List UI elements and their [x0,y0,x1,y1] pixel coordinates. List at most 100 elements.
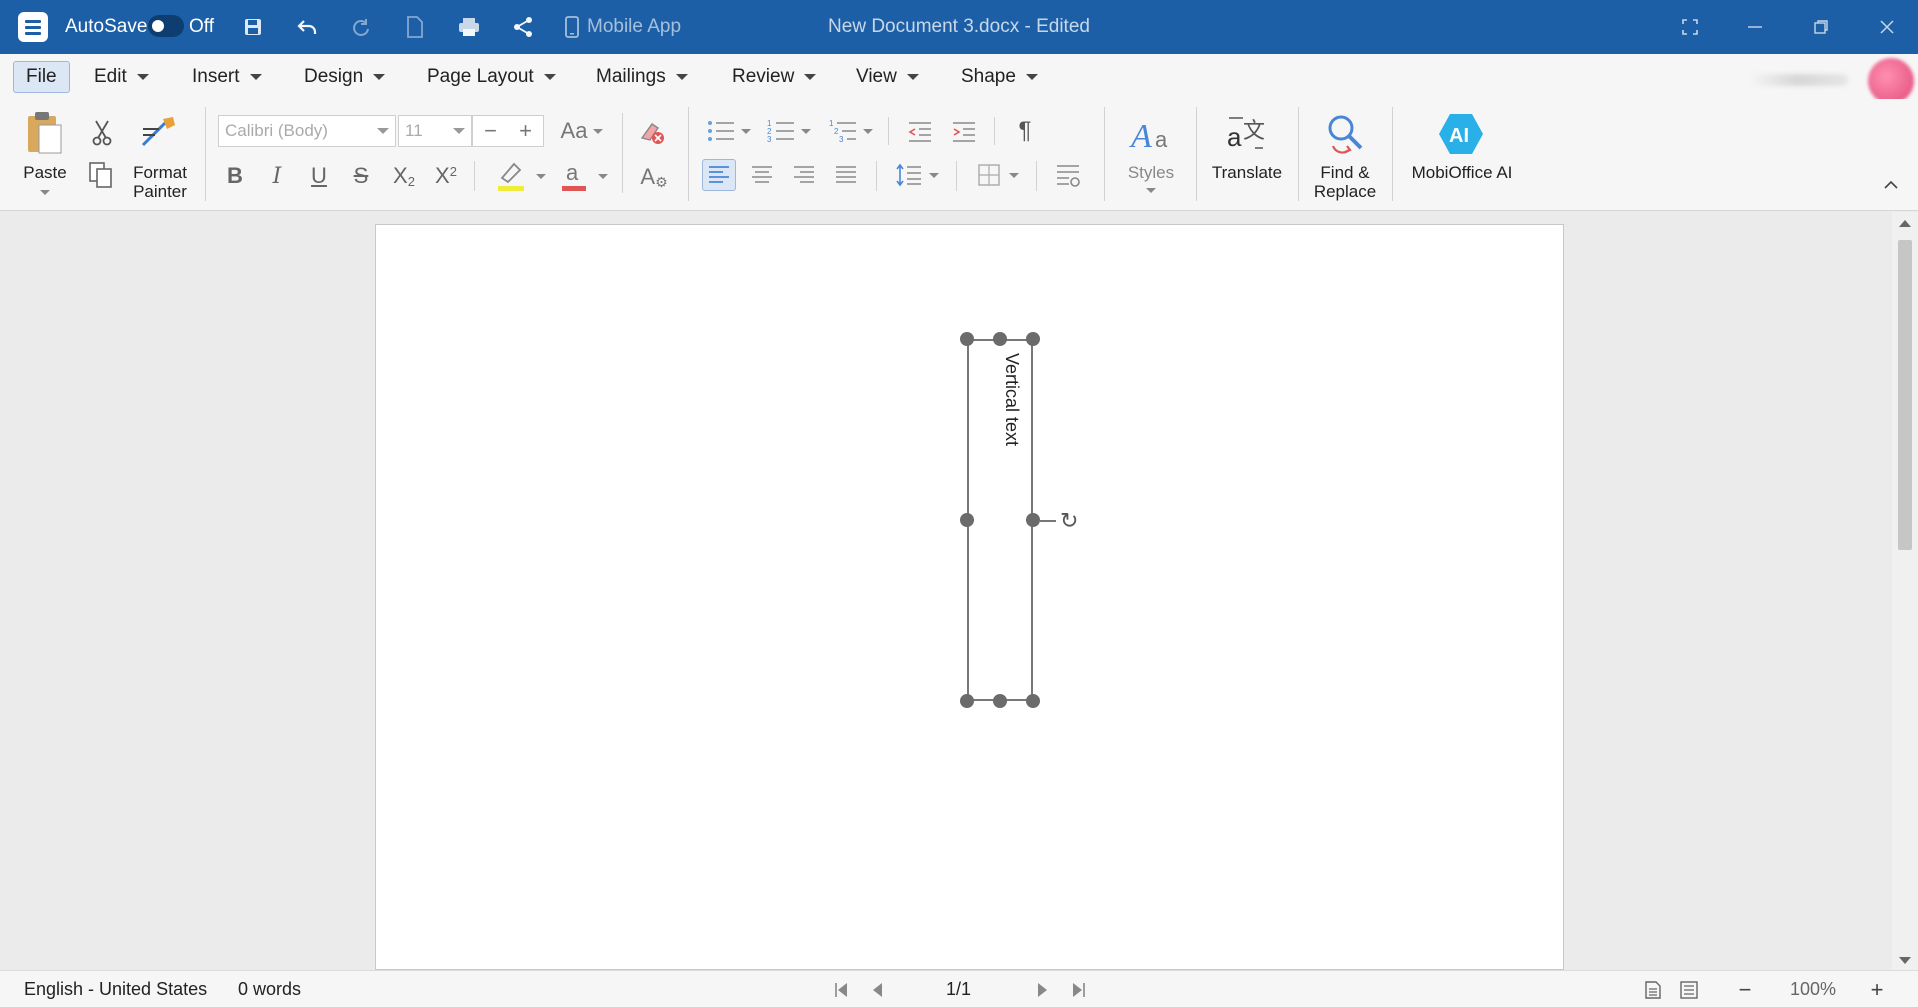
next-page-icon[interactable] [1032,971,1054,1007]
last-page-icon[interactable] [1068,971,1090,1007]
clear-formatting-icon[interactable] [636,117,668,147]
menu-file-label: File [26,66,57,87]
svg-text:a: a [566,160,579,185]
borders-button[interactable] [972,159,1024,191]
strikethrough-icon[interactable]: S [348,161,374,191]
resize-handle-left[interactable] [960,513,974,527]
font-name-value: Calibri (Body) [225,121,328,140]
account-name[interactable] [1748,74,1848,86]
zoom-in-icon[interactable]: + [1866,971,1888,1007]
italic-icon[interactable]: I [264,161,290,191]
restore-icon[interactable] [1808,0,1834,54]
avatar[interactable] [1868,58,1914,104]
numbering-button[interactable]: 123 [764,115,814,147]
app-menu-icon[interactable] [18,12,48,42]
font-size-select[interactable]: 11 [398,115,472,147]
subscript-icon[interactable]: X2 [388,161,420,191]
zoom-level[interactable]: 100% [1790,971,1836,1007]
multilevel-list-button[interactable]: 123 [826,115,876,147]
resize-handle-bottom[interactable] [993,694,1007,708]
decrease-font-icon[interactable]: − [484,118,497,144]
resize-handle-top-right[interactable] [1026,332,1040,346]
web-layout-icon[interactable] [1678,971,1700,1007]
align-right-icon[interactable] [787,159,821,191]
save-icon[interactable] [240,0,266,54]
decrease-indent-icon[interactable] [904,117,936,147]
paste-icon[interactable] [22,109,66,155]
ribbon-divider [474,161,475,191]
font-color-button[interactable]: a [558,159,610,193]
styles-dropdown[interactable] [1144,185,1158,195]
menu-design[interactable]: Design [294,61,395,93]
resize-handle-bottom-left[interactable] [960,694,974,708]
superscript-icon[interactable]: X2 [430,161,462,191]
text-effects-icon[interactable]: A ⚙ [638,161,670,193]
ribbon-divider [876,161,877,191]
align-left-icon[interactable] [702,159,736,191]
fullscreen-icon[interactable] [1677,0,1703,54]
mobile-app-button[interactable]: Mobile App [565,0,681,54]
find-replace-icon[interactable] [1322,111,1368,157]
mobioffice-ai-icon[interactable]: AI [1438,111,1484,157]
menu-mailings[interactable]: Mailings [586,61,698,93]
vertical-text[interactable]: Vertical text [1001,353,1022,446]
menu-insert[interactable]: Insert [182,61,272,93]
bullets-button[interactable] [704,115,754,147]
menu-bar: File Edit Insert Design Page Layout Mail… [0,54,1918,99]
resize-handle-top-left[interactable] [960,332,974,346]
vertical-scrollbar[interactable] [1892,212,1918,970]
print-layout-icon[interactable] [1642,971,1664,1007]
styles-icon[interactable]: Aa [1126,111,1176,155]
find-replace-label: Find & Replace [1308,163,1382,201]
svg-text:文: 文 [1243,119,1265,144]
menu-shape[interactable]: Shape [951,61,1048,93]
language-status[interactable]: English - United States [24,971,207,1007]
scrollbar-thumb[interactable] [1898,240,1912,550]
change-case-button[interactable]: Aa [556,115,608,147]
change-case-label: Aa [560,118,588,143]
justify-icon[interactable] [829,159,863,191]
title-bar: AutoSave Off Mobile App New Document 3.d… [0,0,1918,54]
first-page-icon[interactable] [830,971,852,1007]
mobioffice-ai-label: MobiOffice AI [1411,163,1513,182]
font-size-stepper[interactable]: − + [472,115,544,147]
paragraph-settings-icon[interactable] [1052,159,1084,191]
menu-page-layout[interactable]: Page Layout [417,61,566,93]
autosave-toggle[interactable] [148,15,184,37]
redo-icon[interactable] [348,0,374,54]
increase-indent-icon[interactable] [948,117,980,147]
scroll-down-icon[interactable] [1899,957,1911,964]
cut-icon[interactable] [88,119,116,147]
paste-dropdown[interactable] [38,187,52,197]
resize-handle-bottom-right[interactable] [1026,694,1040,708]
zoom-out-icon[interactable]: − [1734,971,1756,1007]
underline-icon[interactable]: U [306,161,332,191]
vertical-text-box[interactable] [967,339,1033,701]
font-name-select[interactable]: Calibri (Body) [218,115,396,147]
highlight-color-button[interactable] [492,159,550,193]
scroll-up-icon[interactable] [1899,220,1911,227]
menu-view[interactable]: View [846,61,929,93]
line-spacing-button[interactable] [892,159,942,191]
menu-file[interactable]: File [13,61,70,93]
resize-handle-top[interactable] [993,332,1007,346]
minimize-icon[interactable] [1742,0,1768,54]
format-painter-icon[interactable] [138,113,180,153]
previous-page-icon[interactable] [866,971,888,1007]
bold-icon[interactable]: B [222,161,248,191]
undo-icon[interactable] [294,0,320,54]
show-formatting-marks-icon[interactable]: ¶ [1010,115,1040,147]
align-center-icon[interactable] [745,159,779,191]
increase-font-icon[interactable]: + [519,118,532,144]
copy-icon[interactable] [86,159,116,191]
translate-icon[interactable]: a文 [1224,111,1270,157]
rotate-handle-icon[interactable]: ↻ [1060,508,1078,534]
menu-edit[interactable]: Edit [84,61,159,93]
menu-review[interactable]: Review [722,61,826,93]
collapse-ribbon-icon[interactable] [1878,175,1904,195]
close-icon[interactable] [1874,0,1900,54]
new-document-icon[interactable] [402,0,428,54]
share-icon[interactable] [510,0,536,54]
print-icon[interactable] [456,0,482,54]
resize-handle-right[interactable] [1026,513,1040,527]
